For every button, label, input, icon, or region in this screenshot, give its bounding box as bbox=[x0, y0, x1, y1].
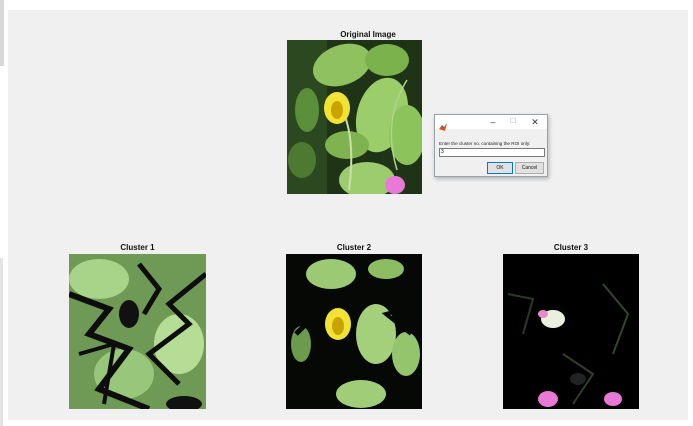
window-edge bbox=[0, 258, 3, 426]
dialog-title-bar[interactable]: – ☐ ✕ bbox=[435, 115, 547, 131]
cluster-1-image bbox=[69, 254, 206, 409]
cluster-3-image bbox=[503, 254, 639, 409]
cluster-2-image bbox=[286, 254, 422, 409]
plot-title-original: Original Image bbox=[340, 30, 396, 39]
cluster-number-input[interactable]: 3 bbox=[439, 148, 545, 157]
original-image bbox=[287, 40, 422, 194]
maximize-button: ☐ bbox=[509, 118, 517, 125]
ok-button[interactable]: OK bbox=[487, 162, 513, 174]
minimize-button[interactable]: – bbox=[485, 116, 501, 128]
window-edge bbox=[0, 0, 4, 66]
plot-title-cluster-1: Cluster 1 bbox=[120, 243, 155, 252]
plot-title-cluster-3: Cluster 3 bbox=[553, 243, 589, 252]
dialog-prompt: Enter the cluster no. containing the ROI… bbox=[439, 141, 531, 146]
close-button[interactable]: ✕ bbox=[527, 116, 543, 128]
cancel-button[interactable]: Cancel bbox=[515, 162, 544, 174]
plot-title-cluster-2: Cluster 2 bbox=[336, 243, 372, 252]
input-dialog: – ☐ ✕ Enter the cluster no. containing t… bbox=[434, 114, 548, 177]
matlab-icon bbox=[439, 118, 447, 131]
